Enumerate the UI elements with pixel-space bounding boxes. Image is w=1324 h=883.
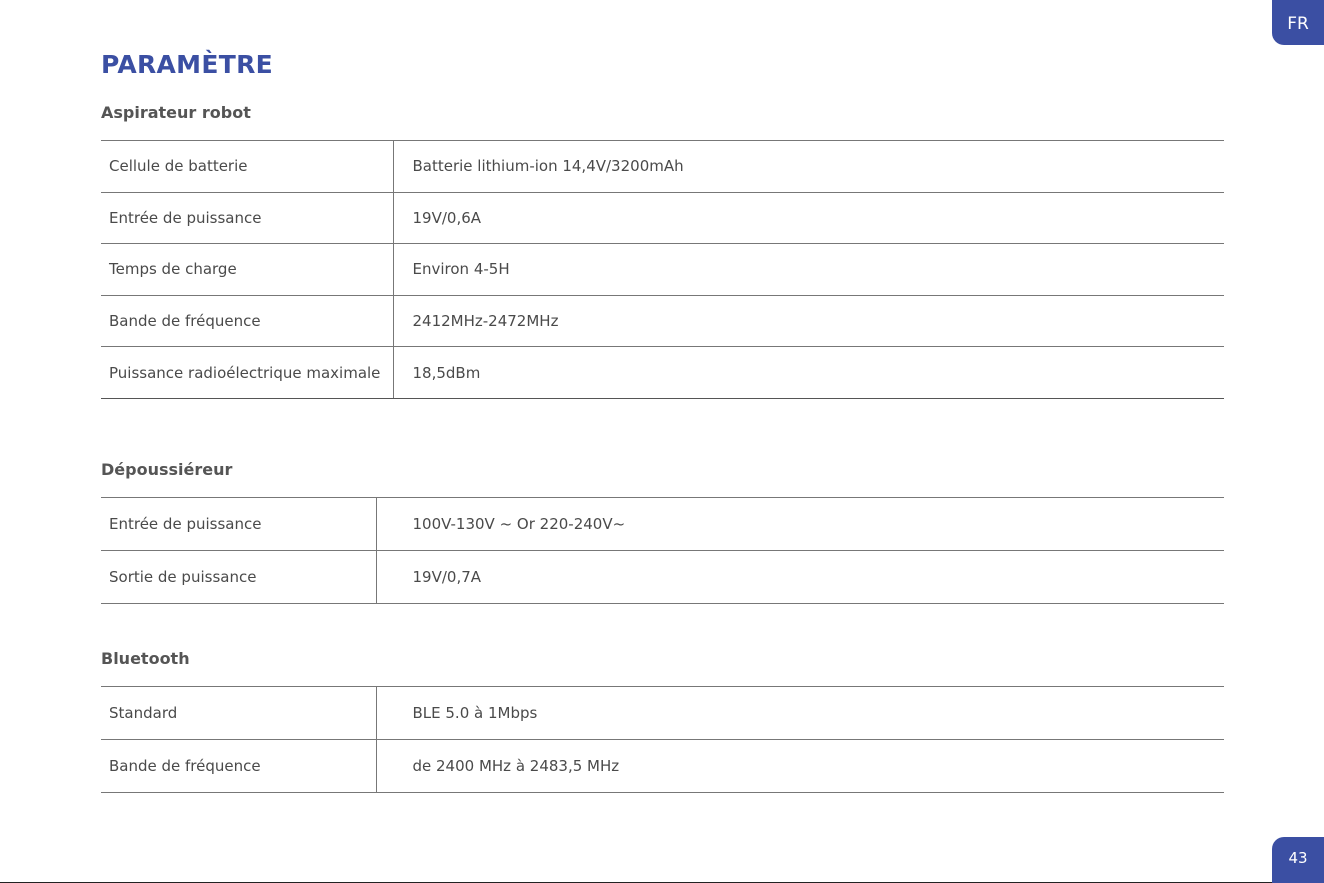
- spec-value: BLE 5.0 à 1Mbps: [376, 686, 1224, 740]
- spec-value: 100V-130V ~ Or 220-240V~: [376, 497, 1224, 551]
- table-row: Entrée de puissance 19V/0,6A: [101, 191, 1224, 245]
- spec-table-dock: Entrée de puissance 100V-130V ~ Or 220-2…: [101, 497, 1224, 604]
- spec-value: Batterie lithium-ion 14,4V/3200mAh: [393, 140, 1224, 193]
- spec-value: 19V/0,7A: [376, 550, 1224, 604]
- page-title: PARAMÈTRE: [101, 50, 274, 79]
- table-row: Sortie de puissance 19V/0,7A: [101, 550, 1224, 604]
- page-number: 43: [1272, 837, 1324, 883]
- spec-label: Sortie de puissance: [101, 550, 377, 604]
- spec-label: Bande de fréquence: [101, 739, 377, 793]
- spec-label: Standard: [101, 686, 377, 740]
- spec-table-bluetooth: Standard BLE 5.0 à 1Mbps Bande de fréque…: [101, 686, 1224, 793]
- table-row: Cellule de batterie Batterie lithium-ion…: [101, 140, 1224, 193]
- table-row: Entrée de puissance 100V-130V ~ Or 220-2…: [101, 497, 1224, 551]
- section-title-dock: Dépoussiéreur: [101, 460, 233, 479]
- spec-label: Entrée de puissance: [101, 191, 394, 245]
- table-row: Puissance radioélectrique maximale 18,5d…: [101, 346, 1224, 399]
- spec-label: Entrée de puissance: [101, 497, 377, 551]
- spec-value: Environ 4-5H: [393, 243, 1224, 296]
- table-row: Bande de fréquence de 2400 MHz à 2483,5 …: [101, 739, 1224, 793]
- table-row: Standard BLE 5.0 à 1Mbps: [101, 686, 1224, 740]
- section-title-robot: Aspirateur robot: [101, 103, 251, 122]
- section-title-bluetooth: Bluetooth: [101, 649, 190, 668]
- spec-table-robot: Cellule de batterie Batterie lithium-ion…: [101, 140, 1224, 399]
- spec-value: 2412MHz-2472MHz: [393, 294, 1224, 348]
- table-row: Bande de fréquence 2412MHz-2472MHz: [101, 294, 1224, 348]
- language-tab: FR: [1272, 0, 1324, 45]
- spec-value: de 2400 MHz à 2483,5 MHz: [376, 739, 1224, 793]
- spec-label: Bande de fréquence: [101, 294, 394, 348]
- spec-label: Temps de charge: [101, 243, 394, 296]
- spec-value: 19V/0,6A: [393, 191, 1224, 245]
- spec-label: Puissance radioélectrique maximale: [101, 346, 394, 399]
- table-row: Temps de charge Environ 4-5H: [101, 243, 1224, 296]
- spec-label: Cellule de batterie: [101, 140, 394, 193]
- spec-value: 18,5dBm: [393, 346, 1224, 399]
